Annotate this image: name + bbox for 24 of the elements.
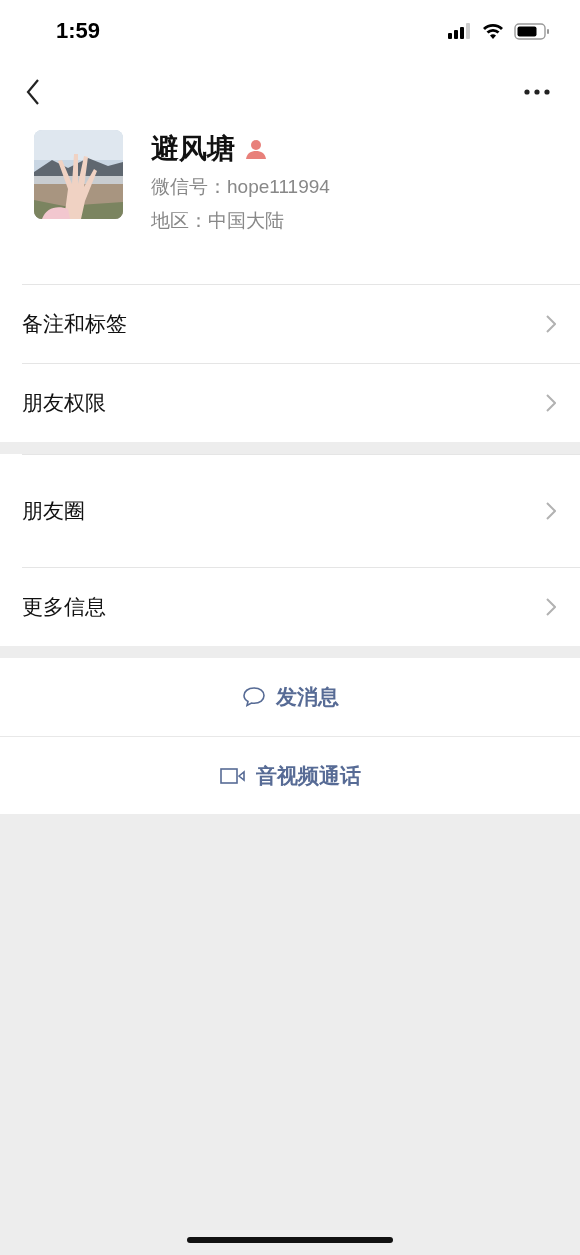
menu-row[interactable]: 备注和标签: [22, 284, 580, 363]
video-camera-icon: [219, 766, 246, 785]
chevron-icon: [546, 315, 556, 333]
region-text: 地区：中国大陆: [151, 209, 285, 233]
menu-label: 更多信息: [22, 594, 106, 620]
menu-row[interactable]: 朋友圈: [22, 454, 580, 567]
menu-label: 备注和标签: [22, 311, 127, 337]
chevron-icon: [546, 598, 556, 616]
chat-bubble-icon: [241, 686, 266, 708]
menu-row[interactable]: 朋友权限: [22, 363, 580, 442]
status-time: 1:59: [56, 18, 101, 44]
menu-label: 朋友圈: [22, 498, 85, 524]
signal-icon: [448, 23, 472, 39]
battery-icon: [514, 22, 550, 40]
menu-row[interactable]: 更多信息: [22, 567, 580, 646]
chevron-icon: [546, 394, 556, 412]
back-icon[interactable]: [26, 79, 40, 105]
wechat-id: 微信号：hope111994: [151, 175, 330, 199]
chevron-icon: [546, 502, 556, 520]
more-icon[interactable]: [524, 89, 550, 95]
menu-label: 朋友权限: [22, 390, 106, 416]
wifi-icon: [482, 23, 504, 39]
contact-name: 避风塘: [151, 132, 235, 166]
person-icon: [245, 139, 267, 159]
